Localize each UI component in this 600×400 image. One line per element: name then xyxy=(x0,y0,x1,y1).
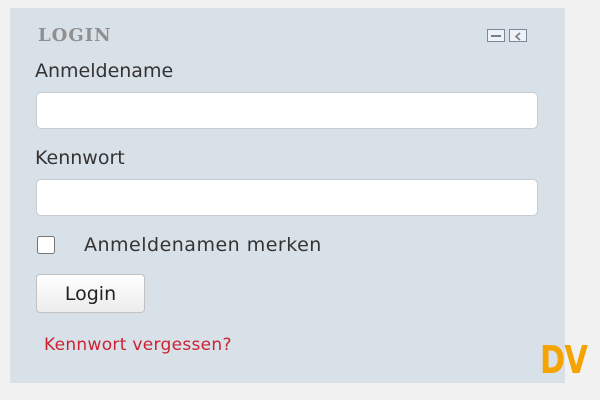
username-label: Anmeldename xyxy=(35,60,174,82)
password-input[interactable] xyxy=(36,179,538,216)
dock-icon[interactable] xyxy=(509,29,527,42)
watermark-logo: DV xyxy=(540,338,588,382)
login-button[interactable]: Login xyxy=(36,274,145,313)
forgot-password-link[interactable]: Kennwort vergessen? xyxy=(44,335,232,355)
minimize-icon[interactable] xyxy=(487,29,505,42)
remember-row: Anmeldenamen merken xyxy=(36,234,322,256)
page: LOGIN Anmeldename Kennwort Anmeldenamen … xyxy=(0,0,600,400)
password-label: Kennwort xyxy=(35,147,125,169)
block-controls xyxy=(487,29,527,42)
block-title: LOGIN xyxy=(38,25,112,46)
login-block: LOGIN Anmeldename Kennwort Anmeldenamen … xyxy=(10,8,565,383)
remember-label: Anmeldenamen merken xyxy=(84,234,322,256)
remember-checkbox[interactable] xyxy=(36,236,56,254)
username-input[interactable] xyxy=(36,92,538,129)
